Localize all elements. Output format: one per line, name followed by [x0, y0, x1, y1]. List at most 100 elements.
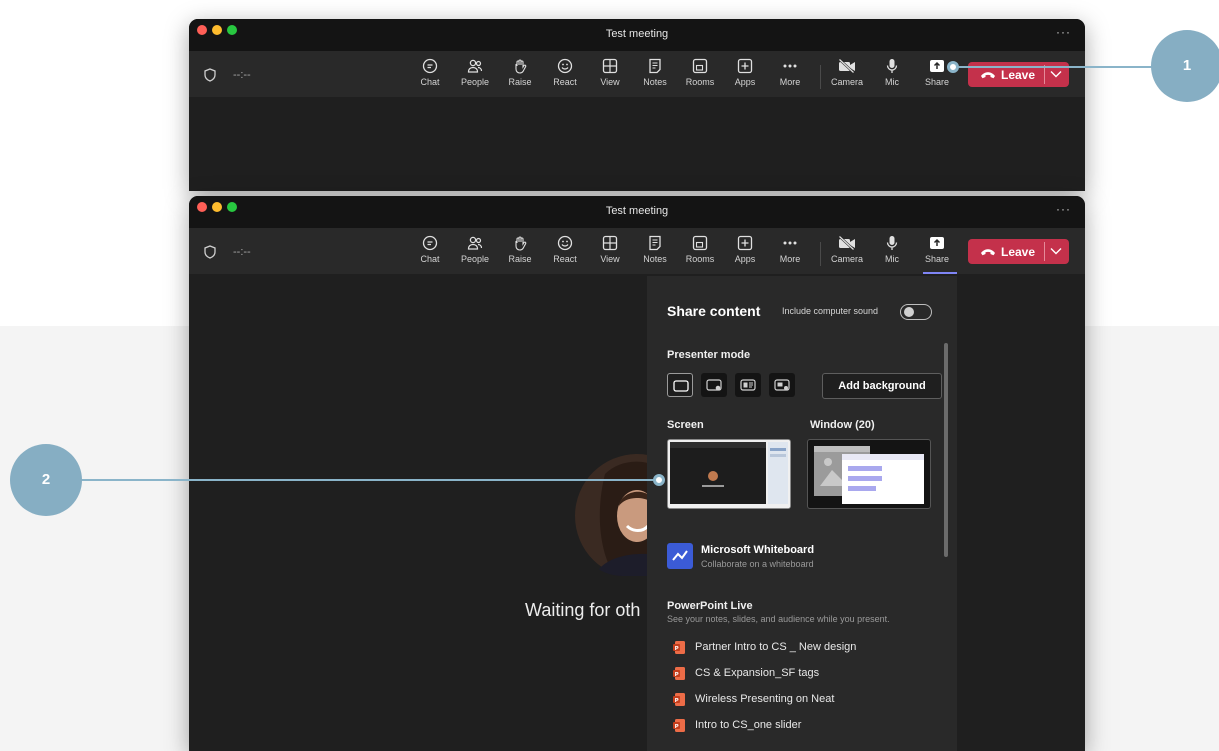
toolbar-divider	[820, 65, 821, 89]
apps-button[interactable]: Apps	[723, 235, 767, 271]
callout-1-marker	[947, 61, 959, 73]
window-preview-image	[814, 446, 924, 504]
raise-hand-button[interactable]: Raise	[498, 58, 542, 94]
whiteboard-subtitle: Collaborate on a whiteboard	[701, 559, 814, 569]
notes-button[interactable]: Notes	[633, 235, 677, 271]
react-label: React	[553, 254, 577, 264]
powerpoint-file-icon: P	[673, 719, 685, 732]
chat-button[interactable]: Chat	[408, 235, 452, 271]
raise-hand-icon	[515, 236, 527, 251]
react-button[interactable]: React	[543, 58, 587, 94]
notes-label: Notes	[643, 77, 667, 87]
rooms-button[interactable]: Rooms	[678, 58, 722, 94]
title-bar: Test meeting ···	[189, 196, 1085, 228]
window-heading: Window (20)	[810, 419, 875, 431]
window-title: Test meeting	[605, 28, 669, 40]
rooms-button[interactable]: Rooms	[678, 235, 722, 271]
phone-hangup-icon	[981, 72, 995, 79]
leave-button[interactable]: Leave	[968, 239, 1044, 264]
rooms-label: Rooms	[685, 254, 715, 264]
notes-icon	[649, 58, 661, 74]
people-button[interactable]: People	[453, 58, 497, 94]
meeting-timer: --:--	[233, 246, 251, 258]
share-button[interactable]: Share	[915, 235, 959, 271]
camera-button[interactable]: Camera	[825, 235, 869, 271]
more-button[interactable]: More	[768, 58, 812, 94]
callout-2-badge: 2	[10, 444, 82, 516]
window-share-thumbnail[interactable]	[807, 439, 931, 509]
share-label: Share	[924, 77, 950, 87]
shield-icon	[204, 68, 216, 82]
camera-label: Camera	[830, 254, 863, 264]
callout-1-line	[953, 66, 1158, 68]
meeting-toolbar: --:-- Chat People Raise React View Notes…	[189, 228, 1085, 274]
shield-icon	[204, 245, 216, 259]
chat-icon	[422, 58, 438, 74]
more-dots-icon	[783, 241, 797, 245]
add-background-button[interactable]: Add background	[822, 373, 942, 399]
screen-preview-image	[668, 440, 790, 508]
more-dots-icon	[783, 64, 797, 68]
apps-button[interactable]: Apps	[723, 58, 767, 94]
standout-icon	[706, 379, 722, 391]
mic-button[interactable]: Mic	[870, 58, 914, 94]
ppt-file-name: Wireless Presenting on Neat	[695, 693, 835, 705]
react-button[interactable]: React	[543, 235, 587, 271]
more-button[interactable]: More	[768, 235, 812, 271]
presenter-mode-content-only[interactable]	[667, 373, 693, 397]
window-more-icon[interactable]: ···	[1056, 202, 1071, 216]
raise-hand-icon	[515, 59, 527, 74]
screen-share-thumbnail[interactable]	[667, 439, 791, 509]
leave-label: Leave	[1001, 245, 1036, 259]
window-title: Test meeting	[605, 205, 669, 217]
callout-2-marker	[653, 474, 665, 486]
ppt-file-name: CS & Expansion_SF tags	[695, 667, 820, 679]
ppt-file-name: Intro to CS_one slider	[695, 719, 802, 731]
powerpoint-file-icon: P	[673, 693, 685, 706]
apps-plus-icon	[737, 235, 753, 251]
leave-divider	[1044, 242, 1045, 261]
chat-icon	[422, 235, 438, 251]
chat-label: Chat	[420, 77, 440, 87]
notes-button[interactable]: Notes	[633, 58, 677, 94]
view-button[interactable]: View	[588, 58, 632, 94]
svg-text:P: P	[675, 672, 679, 678]
chat-button[interactable]: Chat	[408, 58, 452, 94]
camera-button[interactable]: Camera	[825, 58, 869, 94]
people-label: People	[460, 254, 490, 264]
chevron-down-icon[interactable]	[1050, 70, 1062, 78]
include-sound-toggle[interactable]	[900, 304, 932, 320]
presenter-mode-side-by-side[interactable]	[735, 373, 761, 397]
people-icon	[467, 59, 483, 73]
apps-label: Apps	[734, 254, 756, 264]
share-content-panel: Share content Include computer sound Pre…	[647, 276, 957, 751]
raise-label: Raise	[508, 254, 532, 264]
meeting-timer: --:--	[233, 69, 251, 81]
whiteboard-app-icon	[667, 543, 693, 569]
chat-label: Chat	[420, 254, 440, 264]
presenter-mode-standout[interactable]	[701, 373, 727, 397]
camera-label: Camera	[830, 77, 863, 87]
side-by-side-icon	[740, 379, 756, 391]
window-more-icon[interactable]: ···	[1056, 25, 1071, 39]
mic-icon	[886, 59, 898, 73]
presenter-mode-reporter[interactable]	[769, 373, 795, 397]
svg-text:P: P	[675, 698, 679, 704]
whiteboard-title[interactable]: Microsoft Whiteboard	[701, 544, 814, 556]
notes-icon	[649, 235, 661, 251]
chevron-down-icon[interactable]	[1050, 247, 1062, 255]
people-button[interactable]: People	[453, 235, 497, 271]
notes-label: Notes	[643, 254, 667, 264]
raise-hand-button[interactable]: Raise	[498, 235, 542, 271]
callout-2-line	[80, 479, 660, 481]
apps-label: Apps	[734, 77, 756, 87]
view-label: View	[600, 77, 620, 87]
camera-off-icon	[838, 58, 855, 74]
share-tray-icon	[930, 60, 944, 72]
rooms-label: Rooms	[685, 77, 715, 87]
mic-button[interactable]: Mic	[870, 235, 914, 271]
panel-scrollbar[interactable]	[944, 343, 948, 557]
screen-heading: Screen	[667, 419, 704, 431]
share-label: Share	[924, 254, 950, 264]
view-button[interactable]: View	[588, 235, 632, 271]
